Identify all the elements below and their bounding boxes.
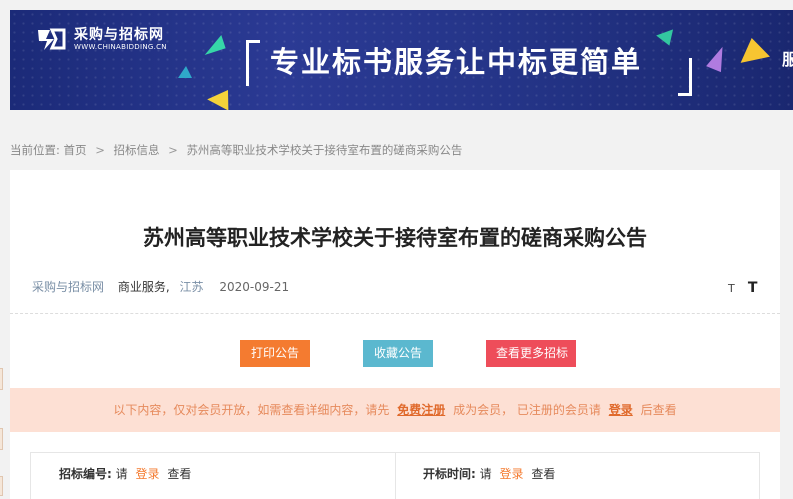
article-meta: 采购与招标网 商业服务, 江苏 2020-09-21 xyxy=(32,278,289,295)
logo-icon xyxy=(34,26,68,52)
banner-slogan: 专业标书服务让中标更简单 xyxy=(270,45,643,79)
breadcrumb: 当前位置: 首页 > 招标信息 > 苏州高等职业技术学校关于接待室布置的磋商采购… xyxy=(10,142,462,158)
article-card: 苏州高等职业技术学校关于接待室布置的磋商采购公告 采购与招标网 商业服务, 江苏… xyxy=(10,170,780,499)
side-tab[interactable] xyxy=(0,428,3,450)
breadcrumb-bids[interactable]: 招标信息 xyxy=(113,143,159,157)
article-location[interactable]: 江苏 xyxy=(180,280,204,294)
meta-divider xyxy=(10,313,780,314)
notice-text-1: 以下内容，仅对会员开放，如需查看详细内容，请先 xyxy=(113,403,390,417)
bid-time-label: 开标时间: xyxy=(423,467,476,481)
cell-divider xyxy=(395,453,396,499)
slogan-bracket-left xyxy=(246,40,260,86)
notice-text-3: 后查看 xyxy=(640,403,677,417)
notice-text-2: 成为会员， 已注册的会员请 xyxy=(453,403,601,417)
more-bids-button[interactable]: 查看更多招标 xyxy=(486,340,576,367)
view-text: 查看 xyxy=(531,467,556,481)
side-tab[interactable] xyxy=(0,368,3,390)
bid-time-cell: 开标时间: 请 登录 查看 xyxy=(423,453,555,499)
members-notice: 以下内容，仅对会员开放，如需查看详细内容，请先 免费注册 成为会员， 已注册的会… xyxy=(10,388,780,432)
register-link[interactable]: 免费注册 xyxy=(397,403,445,417)
slogan-bracket-right xyxy=(678,58,692,96)
please-text: 请 xyxy=(115,467,128,481)
please-text: 请 xyxy=(479,467,492,481)
breadcrumb-separator: > xyxy=(95,143,105,157)
article-category: 商业服务, xyxy=(117,280,170,294)
breadcrumb-separator: > xyxy=(168,143,178,157)
article-source[interactable]: 采购与招标网 xyxy=(32,280,104,294)
font-small-button[interactable]: T xyxy=(728,282,735,295)
top-banner[interactable]: 采购与招标网 WWW.CHINABIDDING.CN 专业标书服务让中标更简单 … xyxy=(10,10,793,110)
banner-tail-text: 服务 xyxy=(782,50,793,69)
breadcrumb-home[interactable]: 首页 xyxy=(64,143,87,157)
article-date: 2020-09-21 xyxy=(219,280,290,294)
side-tab[interactable] xyxy=(0,476,3,496)
logo-name: 采购与招标网 xyxy=(74,26,164,43)
bid-info-table: 招标编号: 请 登录 查看 开标时间: 请 登录 查看 xyxy=(30,452,760,499)
bid-number-cell: 招标编号: 请 登录 查看 xyxy=(59,453,191,499)
breadcrumb-current[interactable]: 苏州高等职业技术学校关于接待室布置的磋商采购公告 xyxy=(186,143,462,157)
favorite-button[interactable]: 收藏公告 xyxy=(363,340,433,367)
bid-number-login-link[interactable]: 登录 xyxy=(135,467,159,481)
site-logo[interactable]: 采购与招标网 WWW.CHINABIDDING.CN xyxy=(34,26,167,52)
decor-triangle-teal xyxy=(178,66,192,78)
font-large-button[interactable]: T xyxy=(748,280,758,296)
print-button[interactable]: 打印公告 xyxy=(240,340,310,367)
breadcrumb-prefix: 当前位置: xyxy=(10,143,60,157)
bid-time-login-link[interactable]: 登录 xyxy=(499,467,523,481)
article-title: 苏州高等职业技术学校关于接待室布置的磋商采购公告 xyxy=(143,226,647,250)
font-size-switcher: T T xyxy=(728,277,757,296)
logo-url: WWW.CHINABIDDING.CN xyxy=(74,42,167,51)
view-text: 查看 xyxy=(167,467,192,481)
login-link[interactable]: 登录 xyxy=(609,403,633,417)
bid-number-label: 招标编号: xyxy=(59,467,112,481)
